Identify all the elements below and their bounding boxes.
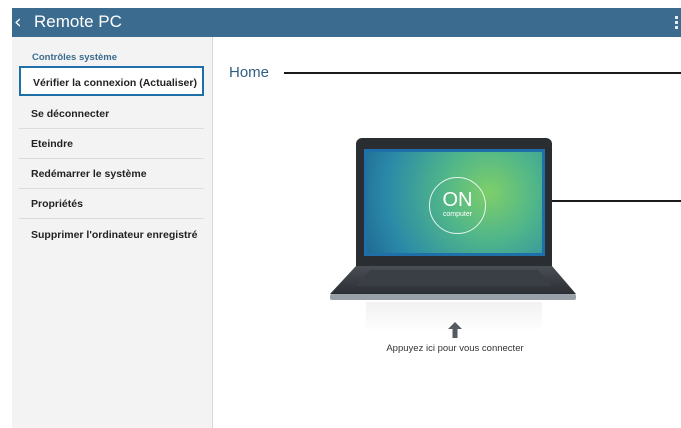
app-title: Remote PC: [34, 12, 122, 31]
laptop-lid: ON computer: [356, 138, 552, 266]
overflow-menu-icon[interactable]: [675, 16, 679, 30]
sidebar-item-restart[interactable]: Redémarrer le système: [19, 159, 204, 189]
callout-line-home: [284, 72, 681, 74]
sidebar-item-disconnect[interactable]: Se déconnecter: [19, 99, 204, 129]
sidebar: Contrôles système Vérifier la connexion …: [12, 37, 213, 428]
remote-pc-screen: ‹ Remote PC Contrôles système Vérifier l…: [0, 0, 681, 428]
chevron-left-icon[interactable]: ‹: [14, 11, 22, 33]
laptop-base: [330, 266, 576, 300]
sidebar-item-shutdown[interactable]: Eteindre: [19, 129, 204, 159]
arrow-up-icon: [448, 322, 462, 338]
power-status-text: ON: [442, 189, 473, 211]
sidebar-item-properties[interactable]: Propriétés: [19, 189, 204, 219]
sidebar-section-title: Contrôles système: [32, 52, 118, 63]
callout-line-screen: [550, 200, 681, 202]
sidebar-item-delete-computer[interactable]: Supprimer l'ordinateur enregistré: [19, 220, 204, 250]
laptop-screen[interactable]: ON computer: [364, 149, 545, 256]
connect-hint[interactable]: Appuyez ici pour vous connecter: [370, 343, 540, 354]
power-status-ring: ON computer: [429, 177, 486, 234]
home-label: Home: [229, 64, 270, 81]
power-status-caption: computer: [442, 211, 473, 218]
action-bar: ‹ Remote PC: [12, 8, 681, 37]
sidebar-item-check-connection[interactable]: Vérifier la connexion (Actualiser): [19, 66, 204, 96]
